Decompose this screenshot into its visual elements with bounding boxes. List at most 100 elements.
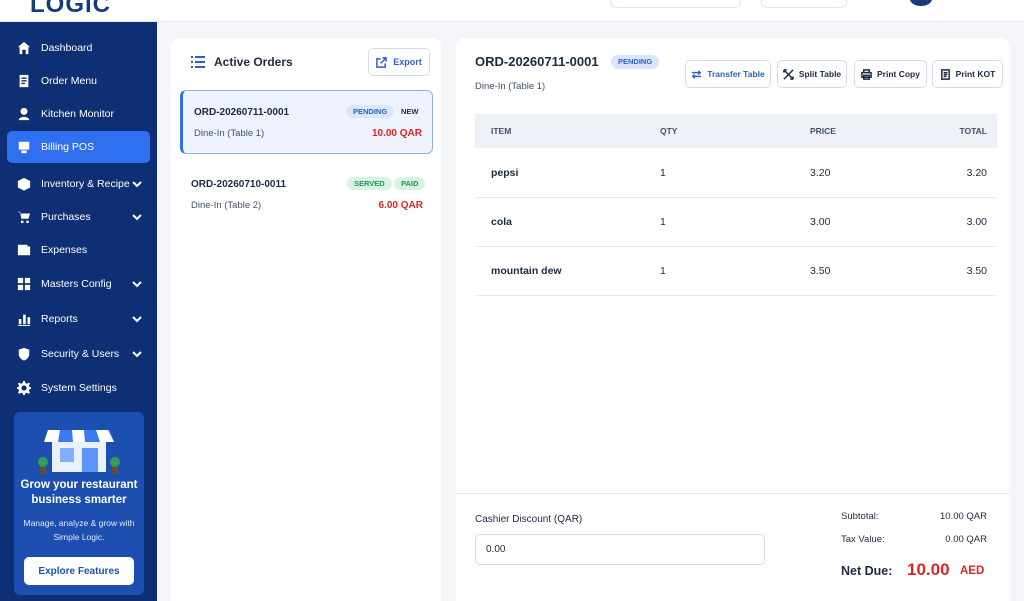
receipt-icon bbox=[940, 68, 950, 80]
sidebar-item-label: Purchases bbox=[41, 211, 91, 223]
sidebar-item-billing-pos[interactable]: Billing POS bbox=[7, 131, 150, 163]
box-icon bbox=[16, 176, 32, 192]
split-icon bbox=[782, 68, 794, 80]
sidebar-item-purchases[interactable]: Purchases bbox=[7, 201, 150, 233]
export-icon bbox=[376, 56, 388, 68]
sidebar-item-inventory-recipe[interactable]: Inventory & Recipe bbox=[7, 168, 150, 200]
sidebar-item-label: Kitchen Monitor bbox=[41, 108, 114, 120]
column-header-total: TOTAL bbox=[959, 126, 987, 136]
transfer-table-label: Transfer Table bbox=[707, 69, 765, 79]
list-icon bbox=[191, 56, 205, 68]
detail-order-id: ORD-20260711-0001 bbox=[475, 54, 599, 69]
net-due-value: 10.00 bbox=[907, 560, 950, 579]
order-card[interactable]: ORD-20260710-0011 SERVED PAID Dine-In (T… bbox=[180, 163, 433, 227]
sidebar-item-system-settings[interactable]: System Settings bbox=[7, 372, 150, 404]
item-price: 3.50 bbox=[810, 265, 831, 277]
printer-icon bbox=[861, 68, 872, 80]
status-badge: PAID bbox=[394, 177, 426, 190]
order-type: Dine-In (Table 2) bbox=[191, 200, 262, 211]
sidebar-item-order-menu[interactable]: Order Menu bbox=[7, 65, 150, 97]
sidebar-item-label: System Settings bbox=[41, 382, 117, 394]
table-row[interactable]: cola 1 3.00 3.00 bbox=[475, 198, 997, 247]
sidebar-item-kitchen-monitor[interactable]: Kitchen Monitor bbox=[7, 98, 150, 130]
promo-subtitle: Manage, analyze & grow with Simple Logic… bbox=[23, 518, 135, 542]
export-button[interactable]: Export bbox=[368, 48, 430, 76]
order-amount: 10.00 QAR bbox=[371, 128, 422, 139]
order-card[interactable]: ORD-20260711-0001 PENDING NEW Dine-In (T… bbox=[180, 90, 433, 154]
chevron-down-icon[interactable] bbox=[131, 313, 143, 325]
chevron-down-icon[interactable] bbox=[131, 211, 143, 223]
item-price: 3.20 bbox=[810, 167, 831, 179]
print-copy-button[interactable]: Print Copy bbox=[854, 60, 927, 88]
sidebar: Dashboard Order Menu Kitchen Monitor Bil… bbox=[0, 22, 157, 601]
explore-features-button[interactable]: Explore Features bbox=[24, 557, 134, 585]
chevron-down-icon[interactable] bbox=[131, 178, 143, 190]
subtotal-value: 10.00 QAR bbox=[940, 511, 987, 522]
sidebar-item-label: Reports bbox=[41, 313, 78, 325]
chevron-down-icon[interactable] bbox=[131, 278, 143, 290]
item-name: pepsi bbox=[491, 167, 519, 179]
sidebar-item-label: Order Menu bbox=[41, 75, 98, 87]
item-total: 3.20 bbox=[966, 167, 987, 179]
order-type: Dine-In (Table 1) bbox=[194, 128, 265, 139]
status-badge: PENDING bbox=[611, 55, 660, 69]
split-table-label: Split Table bbox=[798, 69, 842, 79]
item-qty: 1 bbox=[660, 265, 666, 277]
promo-card: Grow your restaurant business smarter Ma… bbox=[14, 412, 144, 595]
sidebar-item-expenses[interactable]: Expenses bbox=[7, 234, 150, 266]
billing-icon bbox=[16, 139, 32, 155]
chef-icon bbox=[16, 106, 32, 122]
print-kot-label: Print KOT bbox=[955, 69, 996, 79]
active-orders-panel: Active Orders Export ORD-20260711-0001 P… bbox=[171, 38, 441, 601]
sidebar-item-reports[interactable]: Reports bbox=[7, 303, 150, 335]
home-icon bbox=[16, 40, 32, 56]
item-name: cola bbox=[491, 216, 513, 228]
sidebar-item-label: Security & Users bbox=[41, 348, 120, 360]
chevron-down-icon[interactable] bbox=[131, 348, 143, 360]
brand-logo[interactable]: LOGIC bbox=[30, 0, 111, 19]
order-id: ORD-20260710-0011 bbox=[191, 179, 287, 190]
top-search-box[interactable] bbox=[610, 0, 741, 8]
cashier-discount-input[interactable] bbox=[475, 534, 765, 565]
tax-value: 0.00 QAR bbox=[945, 534, 987, 545]
bar-chart-icon bbox=[16, 311, 32, 327]
promo-title: Grow your restaurant business smarter bbox=[20, 479, 138, 506]
gear-icon bbox=[16, 380, 32, 396]
detail-order-type: Dine-In (Table 1) bbox=[475, 81, 546, 92]
sidebar-item-label: Expenses bbox=[41, 244, 88, 256]
column-header-item: ITEM bbox=[491, 126, 512, 136]
sidebar-item-security-users[interactable]: Security & Users bbox=[7, 338, 150, 370]
sidebar-item-label: Dashboard bbox=[41, 42, 93, 54]
sidebar-item-label: Billing POS bbox=[41, 141, 95, 153]
avatar[interactable] bbox=[910, 0, 932, 6]
net-due-label: Net Due: bbox=[841, 564, 893, 578]
divider bbox=[456, 493, 1010, 494]
subtotal-label: Subtotal: bbox=[841, 511, 879, 522]
net-due-currency: AED bbox=[960, 565, 985, 577]
orders-title: Active Orders bbox=[214, 55, 293, 69]
item-total: 3.00 bbox=[966, 216, 987, 228]
storefront-illustration bbox=[38, 430, 120, 474]
top-control-box[interactable] bbox=[761, 0, 847, 8]
shield-icon bbox=[16, 346, 32, 362]
item-qty: 1 bbox=[660, 167, 666, 179]
transfer-table-button[interactable]: Transfer Table bbox=[685, 60, 771, 88]
print-copy-label: Print Copy bbox=[877, 69, 920, 79]
status-badge: NEW bbox=[401, 107, 419, 116]
print-kot-button[interactable]: Print KOT bbox=[932, 60, 1003, 88]
split-table-button[interactable]: Split Table bbox=[777, 60, 847, 88]
export-label: Export bbox=[393, 57, 422, 67]
sidebar-item-label: Masters Config bbox=[41, 278, 112, 290]
cart-icon bbox=[16, 209, 32, 225]
item-name: mountain dew bbox=[491, 265, 562, 277]
top-bar: LOGIC bbox=[0, 0, 1024, 22]
sidebar-item-masters-config[interactable]: Masters Config bbox=[7, 268, 150, 300]
column-header-qty: QTY bbox=[660, 126, 678, 136]
item-total: 3.50 bbox=[966, 265, 987, 277]
sidebar-item-dashboard[interactable]: Dashboard bbox=[7, 32, 150, 64]
column-header-price: PRICE bbox=[810, 126, 836, 136]
status-badge: SERVED bbox=[347, 177, 392, 190]
table-row[interactable]: mountain dew 1 3.50 3.50 bbox=[475, 247, 997, 296]
table-row[interactable]: pepsi 1 3.20 3.20 bbox=[475, 149, 997, 198]
order-amount: 6.00 QAR bbox=[378, 200, 423, 211]
